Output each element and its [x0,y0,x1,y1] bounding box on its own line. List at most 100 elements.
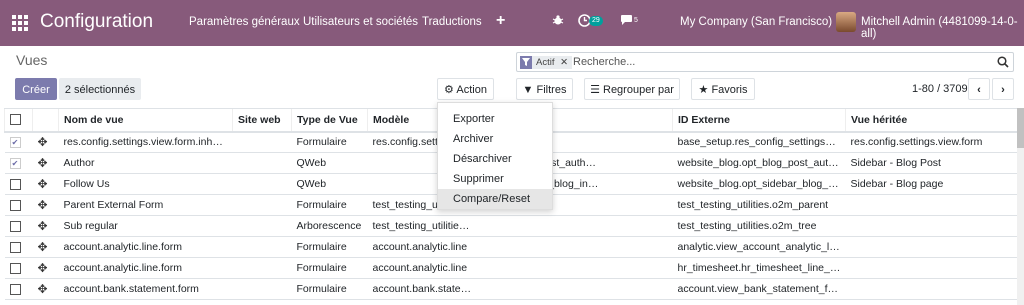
cell-website [232,194,292,216]
row-checkbox[interactable] [4,236,33,258]
row-checkbox[interactable] [4,257,33,279]
cell-website [232,278,292,300]
search-bar: Actif ✕ [516,52,1014,72]
table-row[interactable]: ✥ Sub regular Arborescence test_testing_uti… [4,215,1017,237]
filters-button[interactable]: ▼ Filtres [516,78,573,100]
favorites-button[interactable]: ★ Favoris [691,78,755,100]
cell-model-overlap [479,215,673,237]
cell-view-name: Follow Us [58,173,233,195]
cell-website [232,257,292,279]
menu-more-icon[interactable]: + [496,12,505,30]
filter-facet-icon [520,56,532,69]
breadcrumb: Vues [16,52,48,68]
row-drag-handle-icon[interactable]: ✥ [32,131,59,153]
row-checkbox[interactable] [4,215,33,237]
select-all-checkbox[interactable] [4,108,33,133]
user-menu[interactable]: Mitchell Admin (4481099-14-0-all) [861,16,1024,40]
scrollbar-thumb[interactable] [1017,108,1024,148]
list-icon: ☰ [590,84,600,96]
col-external-id[interactable]: ID Externe [672,108,846,133]
cell-model-overlap [479,278,673,300]
col-view-name[interactable]: Nom de vue [58,108,233,133]
facet-remove-icon[interactable]: ✕ [560,57,568,68]
star-icon: ★ [698,84,709,96]
action-label: Action [456,84,487,96]
search-icon[interactable] [997,56,1009,71]
cell-view-type: Formulaire [291,257,368,279]
col-website[interactable]: Site web [232,108,292,133]
action-dropdown-menu: Exporter Archiver Désarchiver Supprimer … [437,102,553,210]
cell-view-name: Author [58,152,233,174]
action-button[interactable]: ⚙ Action [437,78,494,100]
row-checkbox[interactable] [4,194,33,216]
message-count-badge: 5 [634,17,638,24]
col-view-type[interactable]: Type de Vue [291,108,368,133]
company-switcher[interactable]: My Company (San Francisco) [680,16,832,28]
search-input[interactable] [573,53,973,71]
menu-item-compare-reset[interactable]: Compare/Reset [438,189,552,209]
cell-external-id: website_blog.opt_blog_post_auth… [672,152,846,174]
menu-translations[interactable]: Traductions [422,16,482,28]
cell-external-id: website_blog.opt_sidebar_blog_in… [672,173,846,195]
row-checkbox[interactable]: ✔ [4,131,33,153]
row-drag-handle-icon[interactable]: ✥ [32,257,59,279]
menu-users-companies[interactable]: Utilisateurs et sociétés [303,16,418,28]
row-checkbox[interactable] [4,173,33,195]
pager-value[interactable]: 1-80 / 3709 [912,83,968,95]
cell-website [232,152,292,174]
apps-menu-icon[interactable] [12,15,28,31]
debug-bug-icon[interactable] [552,14,564,29]
chevron-left-icon: ‹ [977,84,981,96]
cell-external-id: analytic.view_account_analytic_li… [672,236,846,258]
cell-view-type: Arborescence [291,215,368,237]
cell-website [232,131,292,153]
cell-external-id: account.view_bank_statement_form [672,278,846,300]
table-row[interactable]: ✥ account.analytic.line.form Formulaire acc… [4,257,1017,279]
activity-count-badge: 29 [589,16,603,26]
selected-count-badge: 2 sélectionnés [59,78,141,100]
menu-item-unarchive[interactable]: Désarchiver [438,149,552,169]
menu-item-archive[interactable]: Archiver [438,129,552,149]
row-drag-handle-icon[interactable]: ✥ [32,152,59,174]
cell-model-overlap [479,257,673,279]
user-avatar[interactable] [836,12,856,32]
cell-view-type: Formulaire [291,278,368,300]
cell-view-name: account.analytic.line.form [58,257,233,279]
top-navbar: Configuration Paramètres généraux Utilis… [0,0,1024,46]
row-checkbox[interactable] [4,278,33,300]
cell-view-name: account.analytic.line.form [58,236,233,258]
favorites-label: Favoris [711,84,748,96]
cell-model: account.analytic.line [367,257,480,279]
pager-previous-button[interactable]: ‹ [968,78,990,100]
create-button[interactable]: Créer [15,78,57,100]
cell-model: account.bank.statement [367,278,480,300]
cell-external-id: test_testing_utilities.o2m_parent [672,194,846,216]
cell-inherited-view [845,257,1017,279]
cell-view-name: Sub regular [58,215,233,237]
row-drag-handle-icon[interactable]: ✥ [32,215,59,237]
cell-view-type: Formulaire [291,131,368,153]
cell-external-id: test_testing_utilities.o2m_tree [672,215,846,237]
search-facet-active[interactable]: Actif ✕ [532,56,573,69]
row-drag-handle-icon[interactable]: ✥ [32,236,59,258]
menu-item-export[interactable]: Exporter [438,109,552,129]
cell-inherited-view: res.config.settings.view.form [845,131,1017,153]
row-checkbox[interactable]: ✔ [4,152,33,174]
pager-next-button[interactable]: › [992,78,1014,100]
row-drag-handle-icon[interactable]: ✥ [32,173,59,195]
group-by-label: Regrouper par [603,84,674,96]
col-inherited-view[interactable]: Vue héritée [845,108,1017,133]
menu-general-settings[interactable]: Paramètres généraux [189,16,300,28]
cell-website [232,173,292,195]
cell-inherited-view [845,278,1017,300]
filters-label: Filtres [536,84,567,96]
cell-website [232,236,292,258]
row-drag-handle-icon[interactable]: ✥ [32,278,59,300]
table-row[interactable]: ✥ account.analytic.line.form Formulaire acc… [4,236,1017,258]
cell-inherited-view: Sidebar - Blog Post [845,152,1017,174]
row-drag-handle-icon[interactable]: ✥ [32,194,59,216]
app-title[interactable]: Configuration [40,11,153,33]
menu-item-delete[interactable]: Supprimer [438,169,552,189]
table-row[interactable]: ✥ account.bank.statement.form Formulaire ac… [4,278,1017,300]
group-by-button[interactable]: ☰ Regrouper par [584,78,680,100]
